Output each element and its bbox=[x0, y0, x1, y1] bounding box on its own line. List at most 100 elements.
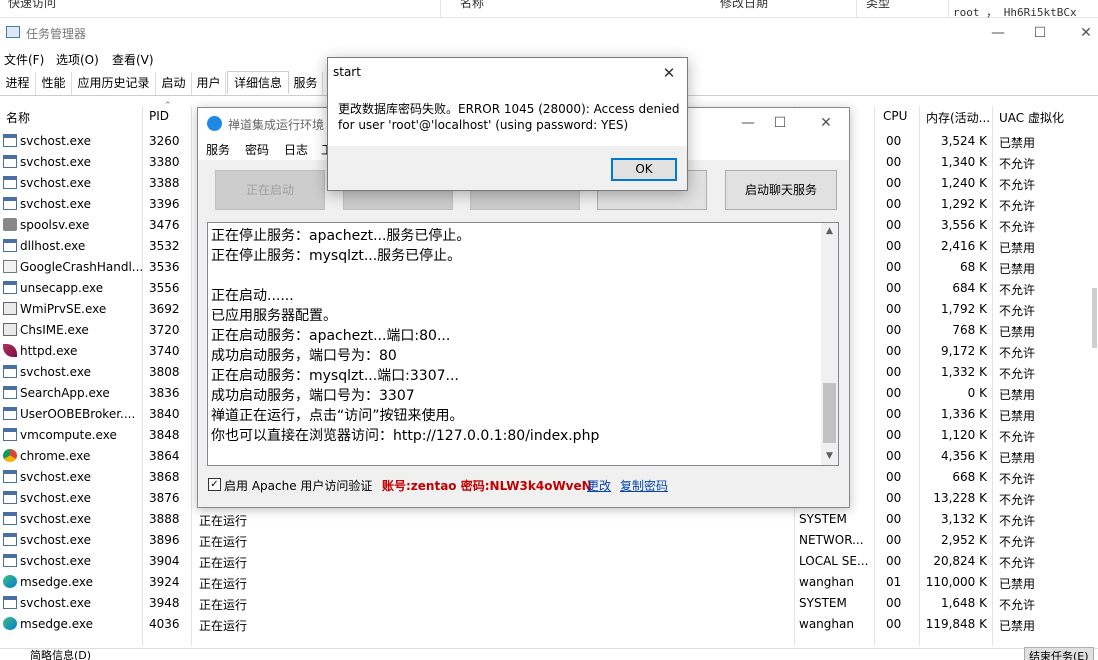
process-memory: 668 K bbox=[952, 470, 987, 484]
exe-icon bbox=[3, 197, 17, 210]
process-cpu: 00 bbox=[886, 428, 902, 442]
table-row[interactable]: svchost.exe 3948 正在运行 SYSTEM 00 1,648 K 不允许 bbox=[0, 593, 1098, 614]
log-line: 成功启动服务，端口号为：80 bbox=[211, 348, 397, 364]
scroll-up-icon[interactable]: ▲ bbox=[821, 223, 838, 240]
table-row[interactable]: svchost.exe 3896 正在运行 NETWOR... 00 2,952 K 不允许 bbox=[0, 530, 1098, 551]
change-link[interactable]: 更改 bbox=[587, 477, 611, 494]
tab-performance[interactable]: 性能 bbox=[36, 72, 72, 95]
exe-icon bbox=[3, 365, 17, 378]
process-uac: 已禁用 bbox=[999, 241, 1036, 255]
task-manager-titlebar[interactable]: 任务管理器 — ☐ ✕ bbox=[0, 18, 1098, 48]
message-box-titlebar[interactable]: start ✕ bbox=[328, 58, 687, 88]
col-header-pid[interactable]: PID bbox=[149, 109, 169, 123]
end-task-button[interactable]: 结束任务(E) bbox=[1024, 647, 1094, 660]
quick-access-label[interactable]: 快速访问 bbox=[8, 0, 56, 11]
tab-processes[interactable]: 进程 bbox=[0, 72, 36, 95]
ok-button[interactable]: OK bbox=[611, 158, 677, 181]
tab-app-history[interactable]: 应用历史记录 bbox=[72, 72, 156, 95]
task-manager-scrollbar[interactable] bbox=[1092, 288, 1097, 348]
start-chat-service-button[interactable]: 启动聊天服务 bbox=[725, 170, 837, 210]
process-name: msedge.exe bbox=[20, 617, 94, 631]
explorer-col-modified[interactable]: 修改日期 bbox=[720, 0, 768, 11]
col-header-uac[interactable]: UAC 虚拟化 bbox=[999, 109, 1064, 126]
zentao-menu-service[interactable]: 服务 bbox=[206, 141, 230, 158]
zentao-close-icon[interactable]: ✕ bbox=[806, 112, 846, 134]
process-name: svchost.exe bbox=[20, 176, 91, 190]
fewer-details-link[interactable]: 简略信息(D) bbox=[30, 647, 91, 660]
process-uac: 已禁用 bbox=[999, 451, 1036, 465]
task-manager-icon bbox=[6, 26, 20, 38]
starting-button[interactable]: 正在启动 bbox=[215, 170, 325, 210]
exe-icon bbox=[3, 155, 17, 168]
log-line: 你也可以直接在浏览器访问：http://127.0.0.1:80/index.p… bbox=[211, 428, 600, 444]
copy-password-link[interactable]: 复制密码 bbox=[620, 477, 668, 494]
process-uac: 不允许 bbox=[999, 556, 1036, 570]
process-name: httpd.exe bbox=[20, 344, 78, 358]
process-cpu: 00 bbox=[886, 470, 902, 484]
zentao-log-output[interactable]: 正在停止服务：apachezt...服务已停止。 正在停止服务：mysqlzt..… bbox=[207, 222, 839, 466]
process-memory: 9,172 K bbox=[940, 344, 987, 358]
process-name: svchost.exe bbox=[20, 512, 91, 526]
process-uac: 已禁用 bbox=[999, 388, 1036, 402]
zentao-menu-password[interactable]: 密码 bbox=[245, 141, 269, 158]
process-memory: 1,648 K bbox=[940, 596, 987, 610]
table-row[interactable]: msedge.exe 4036 正在运行 wanghan 00 119,848 K 已禁用 bbox=[0, 614, 1098, 635]
process-uac: 不允许 bbox=[999, 304, 1036, 318]
process-name: svchost.exe bbox=[20, 197, 91, 211]
process-cpu: 00 bbox=[886, 365, 902, 379]
process-user: NETWOR... bbox=[799, 533, 864, 547]
table-row[interactable]: msedge.exe 3924 正在运行 wanghan 01 110,000 K 已禁用 bbox=[0, 572, 1098, 593]
table-row[interactable]: svchost.exe 3888 正在运行 SYSTEM 00 3,132 K 不允许 bbox=[0, 509, 1098, 530]
process-cpu: 00 bbox=[886, 596, 902, 610]
process-pid: 3888 bbox=[149, 512, 180, 526]
col-header-memory[interactable]: 内存(活动... bbox=[926, 109, 990, 126]
menu-view[interactable]: 查看(V) bbox=[112, 51, 154, 68]
account-password-text: 账号:zentao 密码:NLW3k4oWveN bbox=[382, 479, 592, 493]
tab-details[interactable]: 详细信息 bbox=[227, 71, 289, 94]
close-icon[interactable]: ✕ bbox=[1066, 22, 1098, 44]
exe-icon bbox=[3, 533, 17, 546]
tab-services[interactable]: 服务 bbox=[289, 72, 323, 95]
log-line: 正在停止服务：apachezt...服务已停止。 bbox=[211, 228, 471, 244]
tab-users[interactable]: 用户 bbox=[192, 72, 226, 95]
zentao-menu-log[interactable]: 日志 bbox=[284, 141, 308, 158]
process-uac: 已禁用 bbox=[999, 262, 1036, 276]
exe-icon bbox=[3, 176, 17, 189]
close-icon[interactable]: ✕ bbox=[655, 61, 683, 85]
process-memory: 2,416 K bbox=[940, 239, 987, 253]
process-user: SYSTEM bbox=[799, 512, 847, 526]
process-memory: 119,848 K bbox=[925, 617, 987, 631]
log-scrollbar[interactable]: ▲ ▼ bbox=[821, 223, 838, 465]
menu-file[interactable]: 文件(F) bbox=[4, 51, 44, 68]
process-cpu: 00 bbox=[886, 260, 902, 274]
col-header-name[interactable]: 名称 bbox=[6, 109, 30, 126]
process-pid: 3904 bbox=[149, 554, 180, 568]
process-name: svchost.exe bbox=[20, 491, 91, 505]
explorer-col-type[interactable]: 类型 bbox=[866, 0, 890, 11]
process-uac: 已禁用 bbox=[999, 577, 1036, 591]
log-line: 正在停止服务：mysqlzt...服务已停止。 bbox=[211, 248, 462, 264]
scroll-down-icon[interactable]: ▼ bbox=[821, 448, 838, 465]
apache-auth-label: 启用 Apache 用户访问验证 bbox=[224, 479, 373, 493]
process-status: 正在运行 bbox=[199, 514, 248, 528]
process-cpu: 00 bbox=[886, 533, 902, 547]
process-pid: 3864 bbox=[149, 449, 180, 463]
minimize-icon[interactable]: — bbox=[978, 22, 1018, 44]
tab-startup[interactable]: 启动 bbox=[156, 72, 192, 95]
col-header-cpu[interactable]: CPU bbox=[883, 109, 907, 123]
exe-icon bbox=[3, 428, 17, 441]
zentao-maximize-icon[interactable]: ☐ bbox=[760, 112, 800, 134]
process-name: svchost.exe bbox=[20, 155, 91, 169]
process-memory: 1,332 K bbox=[940, 365, 987, 379]
apache-auth-checkbox[interactable]: ✓ bbox=[208, 478, 221, 491]
menu-options[interactable]: 选项(O) bbox=[56, 51, 99, 68]
maximize-icon[interactable]: ☐ bbox=[1020, 22, 1060, 44]
explorer-window-fragment: 快速访问 名称 修改日期 类型 root ， Hh6Ri5ktBCx bbox=[0, 0, 1098, 19]
exe-icon bbox=[3, 491, 17, 504]
process-uac: 不允许 bbox=[999, 178, 1036, 192]
process-memory: 684 K bbox=[952, 281, 987, 295]
task-manager-title: 任务管理器 bbox=[26, 27, 87, 41]
table-row[interactable]: svchost.exe 3904 正在运行 LOCAL SE... 00 20,824 K… bbox=[0, 551, 1098, 572]
explorer-col-name[interactable]: 名称 bbox=[460, 0, 484, 11]
log-scroll-thumb[interactable] bbox=[823, 383, 836, 443]
